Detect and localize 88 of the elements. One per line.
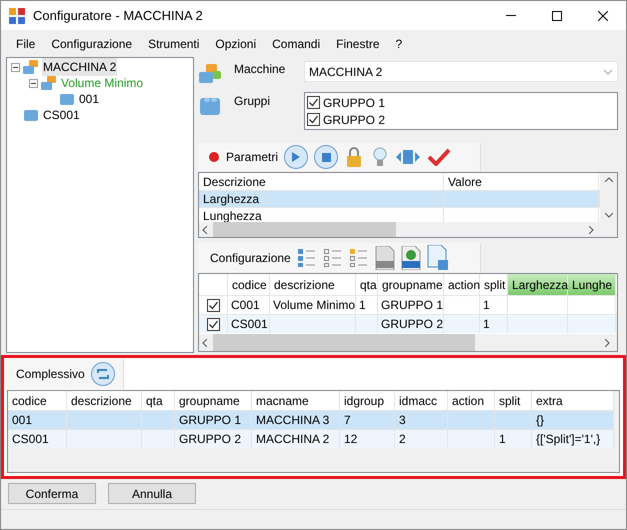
menu-item[interactable]: File — [9, 34, 42, 54]
grid-row[interactable]: C001 Volume Minimo 1 GRUPPO 1 1 — [199, 295, 617, 314]
save-button[interactable] — [426, 244, 449, 270]
menu-item[interactable]: Strumenti — [141, 34, 206, 54]
menu-item[interactable]: Comandi — [265, 34, 328, 54]
menu-item[interactable]: Configurazione — [44, 34, 140, 54]
toolbar-title: Configurazione — [210, 250, 291, 266]
dialog-button[interactable]: Annulla — [108, 483, 196, 504]
chevron-down-icon — [604, 213, 612, 218]
chevron-down-icon — [603, 68, 613, 74]
table-cell: GRUPPO 2 — [175, 430, 252, 448]
app-logo-icon — [9, 8, 25, 24]
stop-icon — [322, 152, 331, 162]
column-header[interactable]: Lunghe — [568, 274, 616, 295]
column-header[interactable]: Larghezza — [508, 274, 568, 295]
globe-document-icon — [400, 246, 421, 270]
chevron-right-icon — [605, 338, 610, 346]
checkbox[interactable] — [206, 298, 220, 312]
table-cell: {['Split']='1',} — [532, 430, 614, 448]
chevron-left-icon — [202, 226, 207, 234]
grid-row[interactable]: Larghezza — [199, 190, 600, 207]
checkbox-label: GRUPPO 1 — [323, 94, 386, 112]
toolbar-title: Parametri — [226, 149, 278, 166]
close-icon — [598, 10, 608, 20]
tree-item[interactable]: CS001 — [42, 106, 81, 124]
resize-arrows-icon — [396, 149, 420, 165]
checkmark-icon — [428, 148, 450, 166]
dialog-button[interactable]: Conferma — [8, 483, 96, 504]
field-label: Macchine — [234, 61, 286, 78]
collapse-toggle[interactable] — [11, 62, 20, 72]
export-html-button[interactable] — [400, 246, 421, 270]
bricks-icon — [198, 62, 222, 86]
checklist-icon — [296, 248, 317, 268]
menu-item[interactable]: Opzioni — [208, 34, 264, 54]
chevron-right-icon — [589, 226, 594, 234]
brick-icon — [23, 108, 39, 122]
menu-item[interactable]: ? — [388, 34, 410, 54]
table-cell: CS001 — [8, 430, 67, 448]
machine-dropdown[interactable]: MACCHINA 2 — [304, 61, 618, 82]
horizontal-scrollbar[interactable] — [199, 222, 617, 237]
chevron-left-icon — [202, 338, 207, 346]
collapse-toggle[interactable] — [29, 78, 38, 88]
light-bulb-icon — [373, 147, 388, 167]
bricks-icon — [41, 76, 57, 90]
table-cell: 12 — [340, 430, 395, 448]
checkbox[interactable] — [307, 113, 320, 126]
field-label: Gruppi — [234, 93, 272, 110]
document-icon — [374, 246, 395, 270]
vertical-scrollbar[interactable] — [600, 173, 617, 222]
grid-row[interactable]: CS001 GRUPPO 2 MACCHINA 2 12 2 1 {['Split']='1',} — [8, 429, 614, 448]
grid-row[interactable]: 001 GRUPPO 1 MACCHINA 3 7 3 {} — [8, 410, 614, 429]
brick-icon — [59, 92, 75, 106]
padlock-icon — [346, 147, 362, 167]
chevron-up-icon — [604, 177, 612, 182]
checkbox[interactable] — [206, 318, 220, 330]
table-cell: 1 — [495, 430, 532, 448]
refresh-button[interactable] — [90, 362, 115, 386]
table-cell: MACCHINA 2 — [252, 430, 340, 448]
invert-check-button[interactable] — [348, 248, 369, 268]
tree-item[interactable]: MACCHINA 2 — [42, 58, 118, 76]
minimize-icon — [506, 15, 516, 16]
checkbox[interactable] — [307, 96, 320, 109]
scrollbar-thumb[interactable] — [213, 222, 396, 237]
checklist-icon — [322, 248, 343, 268]
table-cell: 2 — [395, 430, 448, 448]
uncheck-all-button[interactable] — [322, 248, 343, 268]
export-csv-button[interactable] — [374, 246, 395, 270]
maximize-icon — [552, 10, 562, 20]
bricks-icon — [23, 60, 39, 74]
check-all-button[interactable] — [296, 248, 317, 268]
checklist-icon — [348, 248, 369, 268]
toolbar-title: Complessivo — [16, 366, 85, 383]
grid-row[interactable]: CS001 GRUPPO 2 1 — [199, 314, 617, 333]
checkbox-label: GRUPPO 2 — [323, 112, 386, 128]
tree-item[interactable]: 001 — [78, 90, 100, 108]
document-disk-icon — [426, 244, 449, 270]
play-icon — [292, 152, 300, 162]
scrollbar-thumb[interactable] — [213, 334, 475, 351]
refresh-icon — [96, 368, 110, 380]
play-button[interactable] — [284, 145, 308, 169]
horizontal-scrollbar[interactable] — [199, 334, 617, 351]
menu-item[interactable]: Finestre — [329, 34, 386, 54]
window-title: Configuratore - MACCHINA 2 — [33, 6, 203, 25]
record-icon — [208, 151, 220, 163]
table-cell: CS001 — [228, 315, 270, 333]
table-cell: GRUPPO 2 — [378, 315, 444, 333]
table-cell: 1 — [480, 315, 508, 333]
stop-button[interactable] — [314, 145, 338, 169]
